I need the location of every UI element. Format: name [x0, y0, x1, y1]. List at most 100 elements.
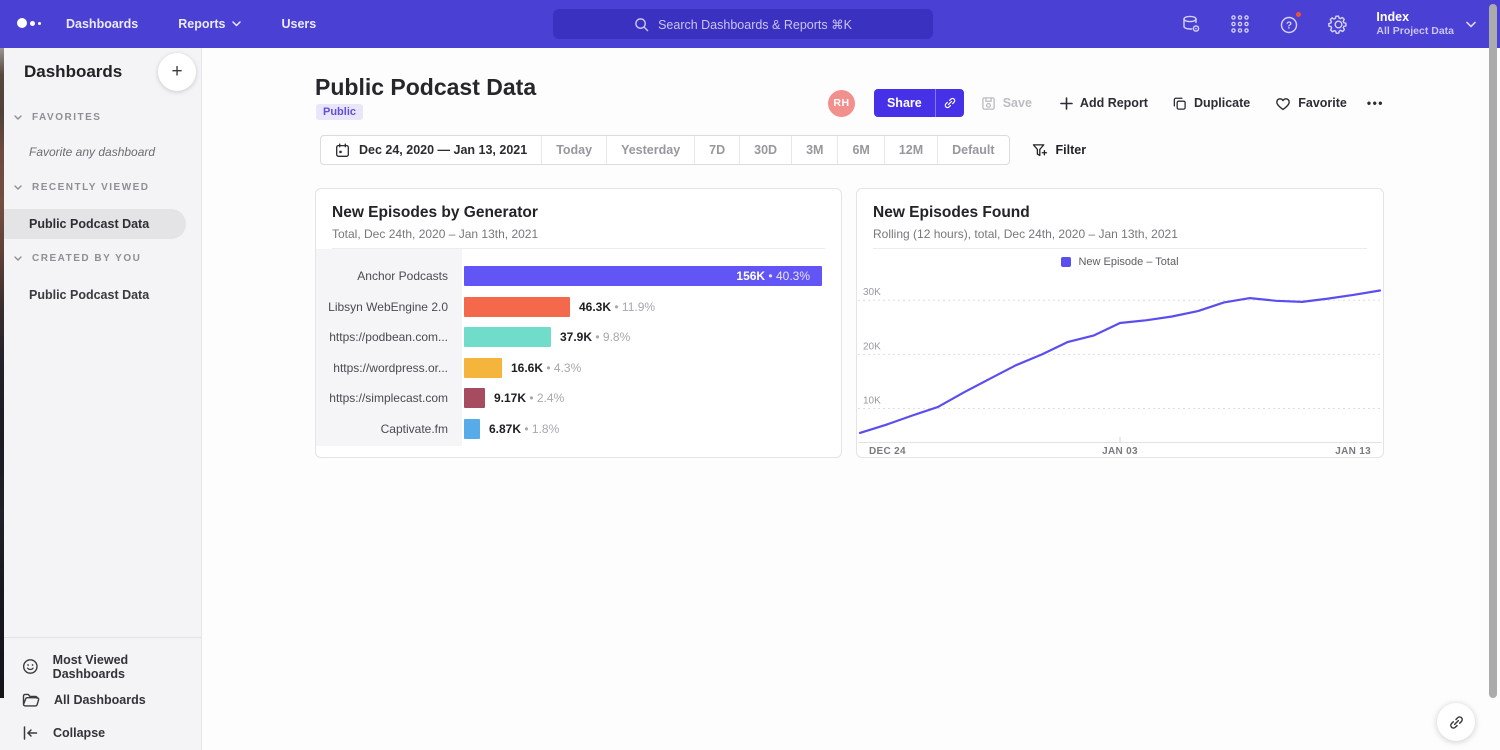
bar-category-label: Anchor Podcasts — [316, 261, 448, 292]
footer-item-label: Collapse — [53, 726, 105, 740]
sidebar-item-public-podcast-data[interactable]: Public Podcast Data — [29, 288, 149, 302]
page-title: Public Podcast Data — [315, 74, 536, 101]
bar-row: Anchor Podcasts 156K • 40.3% — [316, 261, 827, 292]
top-nav: Dashboards Reports Users Search Dashboar… — [0, 0, 1500, 48]
save-label: Save — [1003, 96, 1032, 110]
logo-dot-medium — [30, 21, 35, 26]
favorites-empty-text: Favorite any dashboard — [29, 145, 155, 159]
search-icon — [634, 17, 649, 32]
date-range-label: Dec 24, 2020 — Jan 13, 2021 — [359, 143, 527, 157]
nav-item-label: Reports — [178, 17, 225, 31]
bar-row: https://simplecast.com9.17K • 2.4% — [316, 383, 827, 414]
app-logo[interactable] — [17, 18, 41, 28]
x-axis-labels: DEC 24 JAN 03 JAN 13 — [857, 443, 1383, 459]
line-series-new-episode-total[interactable] — [860, 291, 1380, 433]
header-actions: RH Share Save Add Report Duplicate Favor… — [828, 89, 1384, 117]
bar[interactable] — [464, 358, 502, 378]
bar-value-label: 6.87K • 1.8% — [489, 414, 559, 445]
y-tick-label: 30K — [863, 287, 881, 298]
sidebar-section-created-by-you[interactable]: CREATED BY YOU — [14, 253, 141, 264]
date-preset-12m[interactable]: 12M — [884, 136, 937, 164]
bar-value-label: 16.6K • 4.3% — [511, 353, 581, 384]
avatar[interactable]: RH — [828, 90, 855, 117]
nav-item-reports[interactable]: Reports — [178, 17, 241, 31]
search-input[interactable]: Search Dashboards & Reports ⌘K — [553, 9, 933, 39]
settings-gear-icon[interactable] — [1327, 13, 1349, 35]
section-label: CREATED BY YOU — [32, 253, 141, 264]
smiley-icon — [22, 658, 39, 675]
bar-row: Libsyn WebEngine 2.046.3K • 11.9% — [316, 292, 827, 323]
copy-link-floating-button[interactable] — [1437, 703, 1475, 741]
date-preset-7d[interactable]: 7D — [694, 136, 739, 164]
date-preset-default[interactable]: Default — [937, 136, 1008, 164]
date-preset-3m[interactable]: 3M — [791, 136, 837, 164]
bar[interactable] — [464, 388, 485, 408]
filter-label: Filter — [1056, 143, 1087, 157]
calendar-icon — [335, 143, 350, 158]
nav-menu: Dashboards Reports Users — [66, 0, 316, 48]
chart-title[interactable]: New Episodes Found — [873, 203, 1367, 223]
section-label: RECENTLY VIEWED — [32, 182, 150, 193]
sidebar-item-all-dashboards[interactable]: All Dashboards — [0, 683, 201, 716]
apps-grid-icon[interactable] — [1229, 13, 1251, 35]
collapse-icon — [22, 725, 39, 741]
y-tick-label: 10K — [863, 396, 881, 407]
x-tick-label: DEC 24 — [869, 446, 906, 457]
line-chart: 10K20K30K — [857, 271, 1383, 443]
sidebar-item-public-podcast-data-selected[interactable]: Public Podcast Data — [0, 209, 186, 239]
add-dashboard-button[interactable]: + — [158, 53, 196, 91]
duplicate-button[interactable]: Duplicate — [1172, 96, 1250, 111]
more-options-button[interactable]: ••• — [1367, 96, 1384, 110]
bar[interactable] — [464, 419, 480, 439]
project-scope: All Project Data — [1376, 25, 1454, 38]
sidebar-section-favorites[interactable]: FAVORITES — [14, 112, 101, 123]
date-preset-today[interactable]: Today — [541, 136, 606, 164]
scrollbar-thumb[interactable] — [1489, 4, 1497, 698]
bar-category-label: https://podbean.com... — [316, 322, 448, 353]
nav-right-cluster: ? Index All Project Data — [1180, 0, 1476, 48]
date-preset-30d[interactable]: 30D — [739, 136, 791, 164]
nav-item-label: Users — [281, 17, 316, 31]
favorite-label: Favorite — [1298, 96, 1347, 110]
sidebar: Dashboards + FAVORITES Favorite any dash… — [0, 48, 202, 750]
project-text: Index All Project Data — [1376, 10, 1454, 38]
data-sources-icon[interactable] — [1180, 13, 1202, 35]
add-report-button[interactable]: Add Report — [1060, 96, 1148, 110]
add-report-label: Add Report — [1080, 96, 1148, 110]
sidebar-collapse-button[interactable]: Collapse — [0, 716, 201, 749]
filter-funnel-icon — [1032, 143, 1048, 158]
date-presets: TodayYesterday7D30D3M6M12MDefault — [541, 136, 1008, 164]
card-new-episodes-found: New Episodes Found Rolling (12 hours), t… — [856, 188, 1384, 458]
logo-dot-large — [17, 18, 27, 28]
chevron-down-icon — [14, 115, 22, 120]
x-tick-label: JAN 13 — [1335, 446, 1371, 457]
bar-row: https://podbean.com...37.9K • 9.8% — [316, 322, 827, 353]
date-preset-6m[interactable]: 6M — [837, 136, 883, 164]
share-button[interactable]: Share — [874, 89, 935, 117]
chart-subtitle: Rolling (12 hours), total, Dec 24th, 202… — [873, 227, 1367, 242]
chart-title[interactable]: New Episodes by Generator — [332, 203, 825, 223]
line-plot-svg[interactable]: 10K20K30K — [858, 271, 1382, 443]
save-button[interactable]: Save — [981, 96, 1032, 111]
share-link-button[interactable] — [935, 89, 964, 117]
bar-category-label: https://wordpress.or... — [316, 353, 448, 384]
legend-swatch — [1061, 257, 1071, 267]
logo-dot-small — [38, 22, 41, 25]
sidebar-section-recently-viewed[interactable]: RECENTLY VIEWED — [14, 182, 150, 193]
save-icon — [981, 96, 996, 111]
date-range-button[interactable]: Dec 24, 2020 — Jan 13, 2021 — [321, 136, 541, 164]
bar-value-label: 156K • 40.3% — [464, 261, 810, 292]
filter-button[interactable]: Filter — [1032, 143, 1087, 158]
bar[interactable] — [464, 297, 570, 317]
favorite-button[interactable]: Favorite — [1275, 96, 1347, 111]
nav-item-dashboards[interactable]: Dashboards — [66, 17, 138, 31]
help-icon[interactable]: ? — [1278, 13, 1300, 35]
project-selector[interactable]: Index All Project Data — [1376, 10, 1476, 38]
sidebar-item-most-viewed-dashboards[interactable]: Most Viewed Dashboards — [0, 650, 201, 683]
date-preset-yesterday[interactable]: Yesterday — [606, 136, 694, 164]
bar-value-label: 46.3K • 11.9% — [579, 292, 655, 323]
nav-item-users[interactable]: Users — [281, 17, 316, 31]
notification-dot — [1295, 11, 1302, 18]
bar[interactable] — [464, 327, 551, 347]
bar-category-label: Captivate.fm — [316, 414, 448, 445]
